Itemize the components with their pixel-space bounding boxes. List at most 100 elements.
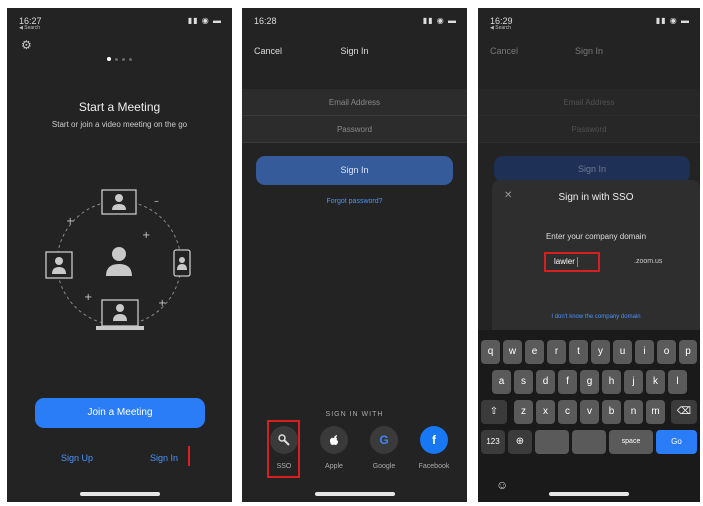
domain-prompt: Enter your company domain bbox=[545, 232, 647, 241]
key-blank[interactable] bbox=[535, 430, 569, 454]
home-indicator[interactable] bbox=[549, 492, 629, 496]
page-dot[interactable] bbox=[129, 58, 132, 61]
key-t[interactable]: t bbox=[569, 340, 588, 364]
sign-in-button[interactable]: Sign In bbox=[494, 156, 690, 182]
keyboard-row-1: q w e r t y u i o p bbox=[481, 340, 697, 364]
sign-in-button[interactable]: Sign In bbox=[256, 156, 453, 185]
space-key[interactable]: space bbox=[609, 430, 653, 454]
key-a[interactable]: a bbox=[492, 370, 511, 394]
on-screen-keyboard: q w e r t y u i o p a s d f g h j k l ⇧ … bbox=[478, 330, 700, 502]
join-meeting-button[interactable]: Join a Meeting bbox=[35, 398, 205, 428]
sign-in-link[interactable]: Sign In bbox=[150, 453, 178, 463]
shift-key[interactable]: ⇧ bbox=[481, 400, 507, 424]
svg-text:+: + bbox=[142, 230, 150, 241]
screenshot-strip: 16:27 ◀ Search ▮▮ ◉ ▬ ⚙ Start a Meeting … bbox=[0, 0, 703, 506]
key-y[interactable]: y bbox=[591, 340, 610, 364]
key-e[interactable]: e bbox=[525, 340, 544, 364]
numbers-key[interactable]: 123 bbox=[481, 430, 505, 454]
phone-screen-icon bbox=[173, 249, 191, 277]
svg-text:+: + bbox=[84, 292, 92, 303]
keyboard-row-3: ⇧ z x c v b n m ⌫ bbox=[481, 400, 697, 424]
phone-sign-in: 16:28 ▮▮ ◉ ▬ Cancel Sign In Email Addres… bbox=[242, 8, 467, 502]
key-z[interactable]: z bbox=[514, 400, 533, 424]
domain-input[interactable]: lawler bbox=[544, 252, 600, 272]
svg-text:–: – bbox=[154, 196, 159, 207]
center-person-icon bbox=[106, 247, 132, 276]
provider-facebook[interactable]: f Facebook bbox=[414, 426, 454, 470]
provider-google[interactable]: G Google bbox=[364, 426, 404, 470]
key-w[interactable]: w bbox=[503, 340, 522, 364]
svg-text:+: + bbox=[158, 298, 166, 309]
status-bar: 16:29 ◀ Search ▮▮ ◉ ▬ bbox=[490, 16, 690, 31]
phone-start-meeting: 16:27 ◀ Search ▮▮ ◉ ▬ ⚙ Start a Meeting … bbox=[7, 8, 232, 502]
svg-text:+: + bbox=[66, 216, 74, 227]
backspace-key[interactable]: ⌫ bbox=[671, 400, 697, 424]
provider-label: Facebook bbox=[418, 463, 450, 470]
left-screen-icon bbox=[45, 251, 73, 279]
password-field[interactable]: Password bbox=[478, 116, 700, 143]
key-slash[interactable] bbox=[572, 430, 606, 454]
provider-label: Apple bbox=[325, 463, 343, 470]
sign-up-link[interactable]: Sign Up bbox=[61, 453, 93, 463]
provider-apple[interactable]: Apple bbox=[314, 426, 354, 470]
meeting-illustration: + + + + – bbox=[45, 189, 191, 330]
apple-icon[interactable] bbox=[320, 426, 348, 454]
nav-title: Sign In bbox=[340, 46, 369, 56]
back-to-search[interactable]: ◀ Search bbox=[490, 25, 511, 31]
onboarding-title: Start a Meeting bbox=[78, 100, 161, 114]
status-bar: 16:28 ▮▮ ◉ ▬ bbox=[254, 16, 457, 30]
provider-label: Google bbox=[372, 463, 396, 470]
emoji-icon[interactable]: ☺ bbox=[496, 478, 508, 492]
onboarding-subtitle: Start or join a video meeting on the go bbox=[51, 120, 188, 129]
key-b[interactable]: b bbox=[602, 400, 621, 424]
key-h[interactable]: h bbox=[602, 370, 621, 394]
system-icons: ▮▮ ◉ ▬ bbox=[655, 16, 690, 25]
laptop-icon bbox=[96, 299, 144, 330]
key-m[interactable]: m bbox=[646, 400, 665, 424]
key-k[interactable]: k bbox=[646, 370, 665, 394]
status-bar: 16:27 ◀ Search ▮▮ ◉ ▬ bbox=[19, 16, 222, 31]
highlight-marker bbox=[188, 446, 190, 466]
domain-value: lawler bbox=[554, 257, 575, 266]
key-p[interactable]: p bbox=[679, 340, 697, 364]
keyboard-row-4: 123 ⊕ space Go bbox=[481, 430, 697, 454]
key-i[interactable]: i bbox=[635, 340, 654, 364]
globe-icon[interactable]: ⊕ bbox=[508, 430, 532, 454]
sso-highlight-box bbox=[267, 420, 300, 478]
email-field[interactable]: Email Address bbox=[478, 89, 700, 116]
credential-fields: Email Address Password bbox=[242, 89, 467, 143]
text-caret bbox=[576, 256, 578, 267]
page-dot[interactable] bbox=[122, 58, 125, 61]
home-indicator[interactable] bbox=[79, 492, 160, 496]
key-q[interactable]: q bbox=[481, 340, 500, 364]
page-dot[interactable] bbox=[107, 57, 111, 61]
page-dot[interactable] bbox=[115, 58, 118, 61]
page-indicator bbox=[7, 48, 232, 66]
phone-sso-domain: 16:29 ◀ Search ▮▮ ◉ ▬ Cancel Sign In Ema… bbox=[478, 8, 700, 502]
home-indicator[interactable] bbox=[314, 492, 395, 496]
key-o[interactable]: o bbox=[657, 340, 676, 364]
sso-sheet: ✕ Sign in with SSO Enter your company do… bbox=[492, 180, 700, 330]
key-x[interactable]: x bbox=[536, 400, 555, 424]
key-l[interactable]: l bbox=[668, 370, 687, 394]
forgot-password-link[interactable]: Forgot password? bbox=[242, 198, 467, 205]
key-d[interactable]: d bbox=[536, 370, 555, 394]
dont-know-domain-link[interactable]: I don't know the company domain bbox=[492, 314, 700, 320]
go-key[interactable]: Go bbox=[656, 430, 697, 454]
key-u[interactable]: u bbox=[613, 340, 632, 364]
key-j[interactable]: j bbox=[624, 370, 643, 394]
key-v[interactable]: v bbox=[580, 400, 599, 424]
system-icons: ▮▮ ◉ ▬ bbox=[422, 16, 457, 25]
facebook-icon[interactable]: f bbox=[420, 426, 448, 454]
password-field[interactable]: Password bbox=[242, 116, 467, 143]
back-to-search[interactable]: ◀ Search bbox=[19, 25, 40, 31]
key-f[interactable]: f bbox=[558, 370, 577, 394]
key-s[interactable]: s bbox=[514, 370, 533, 394]
key-r[interactable]: r bbox=[547, 340, 566, 364]
key-n[interactable]: n bbox=[624, 400, 643, 424]
key-c[interactable]: c bbox=[558, 400, 577, 424]
email-field[interactable]: Email Address bbox=[242, 89, 467, 116]
system-icons: ▮▮ ◉ ▬ bbox=[187, 16, 222, 25]
google-icon[interactable]: G bbox=[370, 426, 398, 454]
key-g[interactable]: g bbox=[580, 370, 599, 394]
